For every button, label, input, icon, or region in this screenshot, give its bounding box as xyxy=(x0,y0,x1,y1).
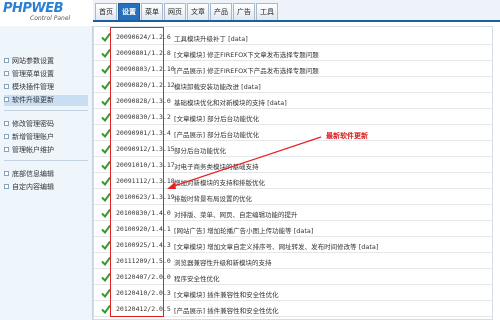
update-description: [文章模块] 插件兼容性和安全性优化 xyxy=(174,291,279,299)
sidebar-item[interactable]: 软件升级更新 xyxy=(4,95,88,106)
update-description: 浏览器兼容性升级和新模块的支持 xyxy=(174,259,272,267)
sidebar-item-label: 网站参数设置 xyxy=(12,57,54,65)
sidebar-item-label: 底部信息编辑 xyxy=(12,170,54,178)
update-description: [产品展示] 部分后台功能优化 xyxy=(174,131,260,139)
bullet-icon xyxy=(4,57,9,63)
nav-tab[interactable]: 网页 xyxy=(164,3,186,20)
update-description: 部分后台功能优化 xyxy=(174,147,226,155)
update-description: 基础模块优化和对新模块的支持 [data] xyxy=(174,99,287,107)
sidebar-divider xyxy=(4,110,88,111)
update-description: 模块卸载安装功能改进 [data] xyxy=(174,83,261,91)
main-content: 20090624/1.2.6 工具模块升级补丁 [data] 20090801/1.… xyxy=(93,24,500,320)
update-description: [文章模块] 修正FIREFOX下文章发布选择专题问题 xyxy=(174,51,319,59)
bullet-icon xyxy=(4,70,9,76)
sidebar-item-label: 修改管理密码 xyxy=(12,120,54,128)
update-description: 程序安全性优化 xyxy=(174,275,220,283)
update-description: 增加对新模块的支持和排版优化 xyxy=(174,179,265,187)
bullet-icon xyxy=(4,120,9,126)
annotation-label: 最新软件更新 xyxy=(326,132,368,140)
update-description: [网站广告] 增加轮播广告小图上传功能等 [data] xyxy=(174,227,314,235)
sidebar-item[interactable]: 修改管理密码 xyxy=(4,119,54,130)
bullet-icon xyxy=(4,83,9,89)
update-description: 排版时背景布局设置的优化 xyxy=(174,195,252,203)
bullet-icon xyxy=(4,133,9,139)
nav-tab[interactable]: 文章 xyxy=(187,3,209,20)
update-description: [文章模块] 增加文章自定义排序号、网址转发、发布时间修改等 [data] xyxy=(174,243,379,251)
sidebar-divider xyxy=(4,160,88,161)
nav-tab[interactable]: 工具 xyxy=(256,3,278,20)
sidebar-item-label: 自定内容编辑 xyxy=(12,183,54,191)
update-description: 对排版、菜单、网页、自定编辑功能的提升 xyxy=(174,211,298,219)
nav-tab[interactable]: 产品 xyxy=(210,3,232,20)
update-description: [文章模块] 部分后台功能优化 xyxy=(174,115,260,123)
logo-subtitle: Control Panel xyxy=(30,15,71,22)
sidebar-item[interactable]: 管理菜单设置 xyxy=(4,69,54,80)
sidebar-item[interactable]: 自定内容编辑 xyxy=(4,182,54,193)
update-description: 工具模块升级补丁 [data] xyxy=(174,35,248,43)
sidebar-item-label: 管理菜单设置 xyxy=(12,70,54,78)
bullet-icon xyxy=(4,183,9,189)
update-description: [产品展示] 插件兼容性和安全性优化 xyxy=(174,307,279,315)
nav-tab[interactable]: 设置 xyxy=(118,3,140,20)
logo-title: PHPWEB xyxy=(3,1,64,16)
nav-tab[interactable]: 广告 xyxy=(233,3,255,20)
bullet-icon xyxy=(4,146,9,152)
sidebar-item[interactable]: 新增管理账户 xyxy=(4,132,54,143)
sidebar-item-label: 新增管理账户 xyxy=(12,133,54,141)
bullet-icon xyxy=(4,170,9,176)
sidebar-item[interactable]: 模块插件管理 xyxy=(4,82,54,93)
sidebar-item[interactable]: 底部信息编辑 xyxy=(4,169,54,180)
update-description: [产品展示] 修正FIREFOX下产品发布选择专题问题 xyxy=(174,67,319,75)
sidebar-item-label: 管理帐户维护 xyxy=(12,146,54,154)
sidebar-item-label: 模块插件管理 xyxy=(12,83,54,91)
sidebar-item[interactable]: 网站参数设置 xyxy=(4,56,54,67)
nav-tab[interactable]: 菜单 xyxy=(141,3,163,20)
sidebar: 网站参数设置 管理菜单设置 模块插件管理 软件升级更新 修改管理密码 新增管理账户 管理帐户… xyxy=(0,26,93,320)
sidebar-item[interactable]: 管理帐户维护 xyxy=(4,145,54,156)
logo: PHPWEB Control Panel xyxy=(0,0,93,26)
sidebar-item-label: 软件升级更新 xyxy=(12,96,54,104)
nav-tab[interactable]: 首页 xyxy=(95,3,117,20)
update-description: 对电子商务类模块的基础支持 xyxy=(174,163,259,171)
version-highlight-box xyxy=(110,27,164,317)
top-nav: 首页 设置 菜单 网页 文章 产品 广告 工具 xyxy=(93,0,500,22)
bullet-icon xyxy=(4,96,9,102)
